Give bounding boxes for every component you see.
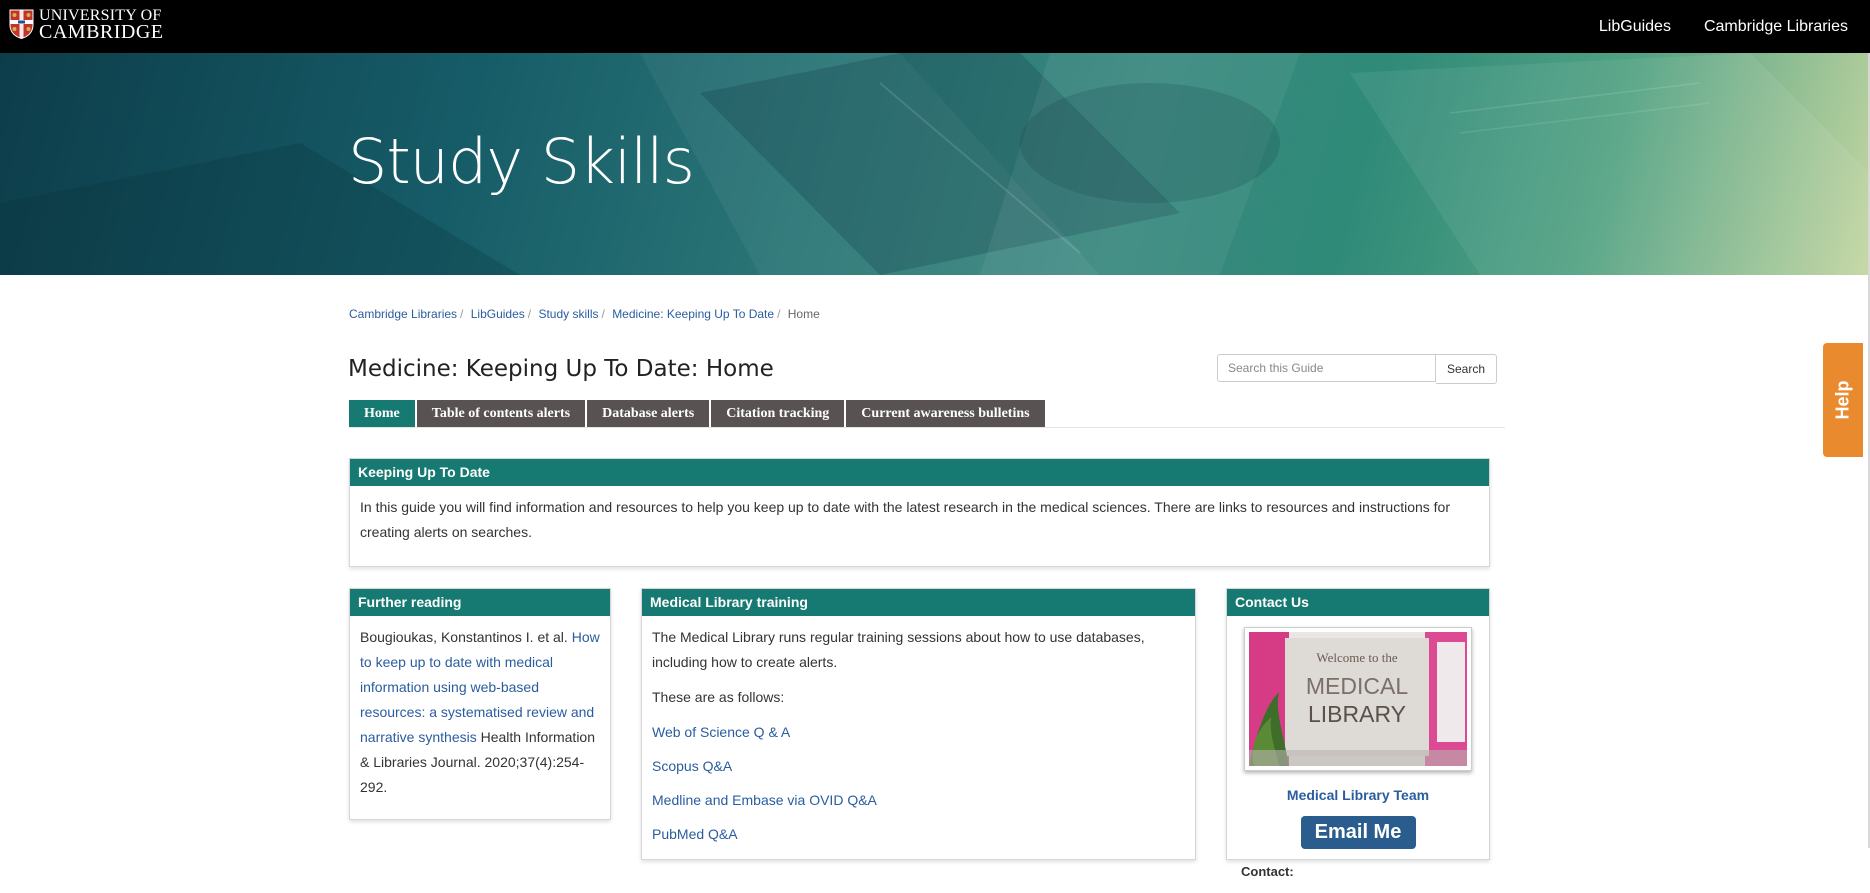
cambridge-crest-icon — [9, 9, 34, 39]
guide-search: Search — [1217, 354, 1498, 384]
contact-title: Contact Us — [1227, 589, 1489, 616]
banner-title: Study Skills — [348, 125, 695, 198]
tabs-divider — [349, 427, 1505, 428]
training-link-scopus[interactable]: Scopus Q&A — [652, 754, 1185, 779]
guide-tabs: Home Table of contents alerts Database a… — [349, 400, 1047, 427]
training-body: The Medical Library runs regular trainin… — [642, 616, 1195, 865]
search-button[interactable]: Search — [1436, 354, 1498, 384]
breadcrumb-libguides[interactable]: LibGuides — [471, 307, 525, 321]
tab-citation-tracking[interactable]: Citation tracking — [711, 400, 845, 427]
breadcrumb-study-skills[interactable]: Study skills — [538, 307, 598, 321]
further-reading-article-link[interactable]: How to keep up to date with medical info… — [360, 629, 600, 745]
training-title: Medical Library training — [642, 589, 1195, 616]
logo-line-2: CAMBRIDGE — [39, 21, 164, 43]
medical-library-photo-image: Welcome to the MEDICAL LIBRARY — [1249, 632, 1467, 766]
further-reading-box: Further reading Bougioukas, Konstantinos… — [349, 588, 611, 820]
search-input[interactable] — [1217, 354, 1436, 382]
breadcrumb-separator: / — [777, 307, 781, 321]
tab-current-awareness-bulletins[interactable]: Current awareness bulletins — [846, 400, 1045, 427]
breadcrumb: Cambridge Libraries / LibGuides / Study sk… — [349, 307, 820, 321]
training-follows: These are as follows: — [652, 689, 785, 705]
contact-us-box: Contact Us Welcome to the MEDICAL LIBRAR… — [1226, 588, 1490, 879]
keeping-up-box: Keeping Up To Date In this guide you wil… — [349, 458, 1490, 567]
further-reading-authors: Bougioukas, Konstantinos I. et al. — [360, 629, 572, 645]
training-intro: The Medical Library runs regular trainin… — [652, 629, 1145, 670]
training-link-web-of-science[interactable]: Web of Science Q & A — [652, 720, 1185, 745]
breadcrumb-current: Home — [787, 307, 820, 321]
medical-library-photo: Welcome to the MEDICAL LIBRARY — [1244, 627, 1472, 771]
breadcrumb-separator: / — [460, 307, 464, 321]
training-link-pubmed[interactable]: PubMed Q&A — [652, 822, 1185, 847]
breadcrumb-cambridge-libraries[interactable]: Cambridge Libraries — [349, 307, 457, 321]
sign-line-1: Welcome to the — [1316, 650, 1397, 665]
nav-link-libguides[interactable]: LibGuides — [1599, 18, 1671, 36]
banner: Study Skills — [0, 53, 1870, 275]
nav-link-cambridge-libraries[interactable]: Cambridge Libraries — [1704, 18, 1848, 36]
contact-body: Welcome to the MEDICAL LIBRARY Medical L… — [1227, 616, 1489, 893]
university-logo-text: UNIVERSITY OF CAMBRIDGE — [39, 7, 164, 43]
contact-label: Contact: — [1241, 864, 1294, 879]
page-title: Medicine: Keeping Up To Date: Home — [348, 356, 774, 382]
medical-library-training-box: Medical Library training The Medical Lib… — [641, 588, 1196, 860]
keeping-up-title: Keeping Up To Date — [350, 459, 1489, 486]
further-reading-body: Bougioukas, Konstantinos I. et al. How t… — [350, 616, 610, 809]
breadcrumb-separator: / — [527, 307, 532, 321]
tab-database-alerts[interactable]: Database alerts — [587, 400, 710, 427]
training-link-medline-embase[interactable]: Medline and Embase via OVID Q&A — [652, 788, 1185, 813]
sign-line-2: MEDICAL — [1306, 673, 1408, 699]
keeping-up-text: In this guide you will find information … — [360, 499, 1450, 540]
banner-background-image — [0, 53, 1870, 275]
tab-home[interactable]: Home — [349, 400, 415, 427]
breadcrumb-medicine-keeping-up[interactable]: Medicine: Keeping Up To Date — [612, 307, 774, 321]
sign-line-3: LIBRARY — [1308, 701, 1406, 727]
email-me-button[interactable]: Email Me — [1300, 816, 1416, 849]
medical-library-team-link[interactable]: Medical Library Team — [1287, 787, 1429, 803]
help-tab-label: Help — [1832, 380, 1853, 420]
top-links: LibGuides Cambridge Libraries — [1599, 0, 1848, 53]
breadcrumb-separator: / — [601, 307, 605, 321]
university-logo[interactable]: UNIVERSITY OF CAMBRIDGE — [9, 7, 164, 43]
top-navbar: UNIVERSITY OF CAMBRIDGE LibGuides Cambri… — [0, 0, 1870, 53]
tab-table-of-contents-alerts[interactable]: Table of contents alerts — [416, 400, 586, 427]
help-tab[interactable]: Help — [1823, 343, 1863, 457]
further-reading-title: Further reading — [350, 589, 610, 616]
team-link-wrapper: Medical Library Team — [1241, 783, 1475, 808]
